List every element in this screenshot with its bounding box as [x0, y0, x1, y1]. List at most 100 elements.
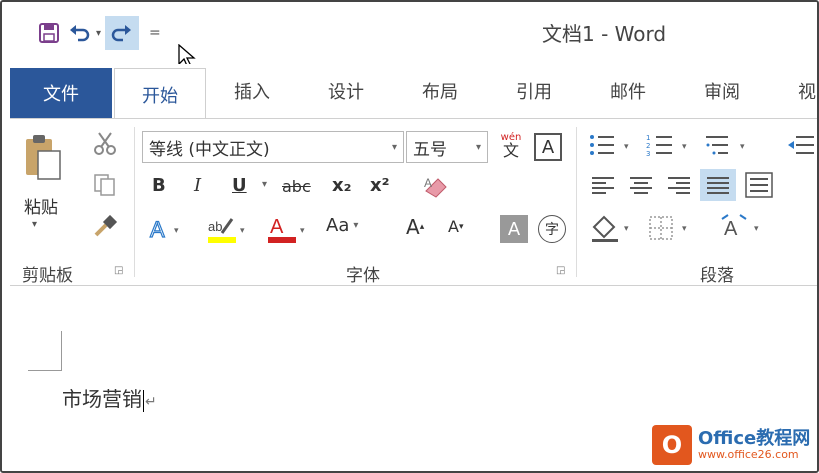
paste-button[interactable]: [24, 133, 62, 185]
caret-up-icon: ▴: [419, 222, 425, 232]
undo-dropdown-icon[interactable]: ▾: [96, 28, 101, 39]
window-title: 文档1 - Word: [542, 22, 667, 46]
shrink-font-button[interactable]: A ▾: [448, 217, 463, 236]
numbering-button[interactable]: 1 2 3 ▾: [646, 131, 694, 165]
save-button[interactable]: [32, 16, 66, 50]
svg-text:A: A: [270, 216, 284, 238]
site-watermark: O Office教程网 www.office26.com: [652, 425, 810, 465]
enclose-characters-button[interactable]: 字: [538, 215, 566, 243]
shrink-font-label: A: [448, 217, 459, 236]
chevron-down-icon: ▾: [391, 141, 397, 153]
borders-button[interactable]: ▾: [648, 213, 696, 247]
tab-home[interactable]: 开始: [114, 68, 206, 120]
justify-button[interactable]: [700, 169, 736, 201]
svg-text:▾: ▾: [624, 224, 629, 234]
character-border-button[interactable]: A: [534, 133, 562, 161]
distributed-icon: [745, 172, 773, 198]
customize-qat-button[interactable]: =: [149, 25, 161, 41]
clear-formatting-button[interactable]: A: [422, 173, 452, 205]
bold-button[interactable]: B: [152, 175, 166, 196]
font-color-button[interactable]: A ▾: [264, 211, 312, 249]
multilevel-list-button[interactable]: ▾: [704, 131, 752, 165]
phonetic-guide-bottom: 文: [502, 141, 519, 160]
tab-review[interactable]: 审阅: [704, 78, 740, 104]
multilevel-list-icon: ▾: [706, 136, 745, 155]
italic-button[interactable]: I: [194, 175, 201, 196]
bullets-button[interactable]: ▾: [588, 131, 636, 165]
svg-text:▾: ▾: [624, 142, 629, 152]
font-name-dropdown[interactable]: 等线 (中文正文) ▾: [142, 131, 404, 163]
document-area[interactable]: 市场营销 ↵ O Office教程网 www.office26.com: [2, 287, 817, 471]
margin-corner-mark: [28, 331, 62, 371]
paste-label[interactable]: 粘贴: [24, 193, 58, 218]
chinese-layout-button[interactable]: A ▾: [720, 213, 768, 247]
tab-references[interactable]: 引用: [516, 78, 552, 104]
align-center-icon: [630, 177, 652, 194]
redo-icon: [111, 25, 132, 42]
cut-button[interactable]: [92, 131, 118, 161]
ribbon-home: 粘贴 ▾ 剪贴板 ◲ 等线 (中文正文) ▾ 五号 ▾ wén 文 A B I …: [10, 118, 817, 286]
svg-text:▾: ▾: [682, 224, 687, 234]
paint-bucket-icon: ▾: [592, 215, 629, 242]
office-logo-icon: O: [652, 425, 692, 465]
chevron-down-icon: ▾: [475, 141, 481, 153]
align-left-button[interactable]: [590, 173, 616, 201]
format-painter-button[interactable]: [92, 214, 118, 243]
subscript-button[interactable]: x₂: [332, 175, 352, 196]
phonetic-guide-button[interactable]: wén 文: [496, 129, 526, 163]
svg-text:▾: ▾: [754, 224, 759, 234]
distributed-button[interactable]: [744, 171, 774, 203]
borders-icon: ▾: [649, 216, 687, 240]
chinese-layout-icon: A ▾: [721, 214, 759, 240]
svg-text:3: 3: [646, 150, 650, 158]
paragraph-mark-icon: ↵: [145, 394, 157, 410]
change-case-label: Aa: [326, 215, 350, 236]
grow-font-button[interactable]: A ▴: [406, 215, 424, 239]
group-divider: [134, 127, 135, 277]
title-bar: ▾ = 文档1 - Word: [2, 2, 817, 69]
strikethrough-button[interactable]: abc: [282, 177, 311, 196]
tab-insert[interactable]: 插入: [234, 78, 270, 104]
clipboard-launcher-icon[interactable]: ◲: [114, 265, 123, 276]
superscript-button[interactable]: x²: [370, 175, 390, 196]
redo-button[interactable]: [105, 16, 140, 50]
underline-button[interactable]: U: [232, 175, 247, 196]
decrease-indent-button[interactable]: [786, 131, 816, 165]
font-group-label: 字体: [346, 266, 380, 286]
undo-button[interactable]: [66, 16, 92, 50]
undo-icon: [70, 25, 90, 42]
align-right-button[interactable]: [666, 173, 692, 201]
chevron-down-icon: ▾: [353, 220, 359, 231]
font-size-dropdown[interactable]: 五号 ▾: [406, 131, 488, 163]
numbering-icon: 123 ▾: [646, 134, 687, 158]
font-launcher-icon[interactable]: ◲: [556, 265, 565, 276]
underline-dropdown-icon[interactable]: ▾: [262, 179, 267, 190]
document-body[interactable]: 市场营销 ↵: [62, 383, 157, 412]
shading-button[interactable]: ▾: [590, 213, 638, 247]
document-text: 市场营销: [62, 387, 142, 411]
bullets-icon: ▾: [590, 135, 629, 155]
character-shading-button[interactable]: A: [500, 215, 528, 243]
tab-file[interactable]: 文件: [10, 68, 112, 118]
align-right-icon: [668, 177, 690, 194]
font-color-icon: A ▾: [268, 216, 305, 243]
svg-text:ab: ab: [208, 219, 222, 234]
tab-layout[interactable]: 布局: [422, 78, 458, 104]
copy-button[interactable]: [92, 173, 118, 201]
justify-icon: [707, 177, 729, 194]
text-effects-button[interactable]: A ▾: [148, 215, 188, 247]
svg-text:2: 2: [646, 142, 650, 150]
watermark-title: Office教程网: [698, 428, 811, 450]
format-painter-icon: [94, 214, 118, 237]
change-case-button[interactable]: Aa ▾: [326, 215, 358, 236]
clipboard-group-label: 剪贴板: [22, 266, 73, 286]
save-icon: [39, 23, 59, 43]
highlight-color-button[interactable]: ab ▾: [204, 211, 252, 249]
tab-view[interactable]: 视: [798, 78, 816, 104]
svg-text:A: A: [150, 217, 165, 242]
watermark-text: Office教程网 www.office26.com: [698, 429, 810, 461]
paste-dropdown-icon[interactable]: ▾: [32, 219, 37, 230]
align-center-button[interactable]: [628, 173, 654, 201]
tab-design[interactable]: 设计: [328, 78, 364, 104]
tab-mailings[interactable]: 邮件: [610, 78, 646, 104]
